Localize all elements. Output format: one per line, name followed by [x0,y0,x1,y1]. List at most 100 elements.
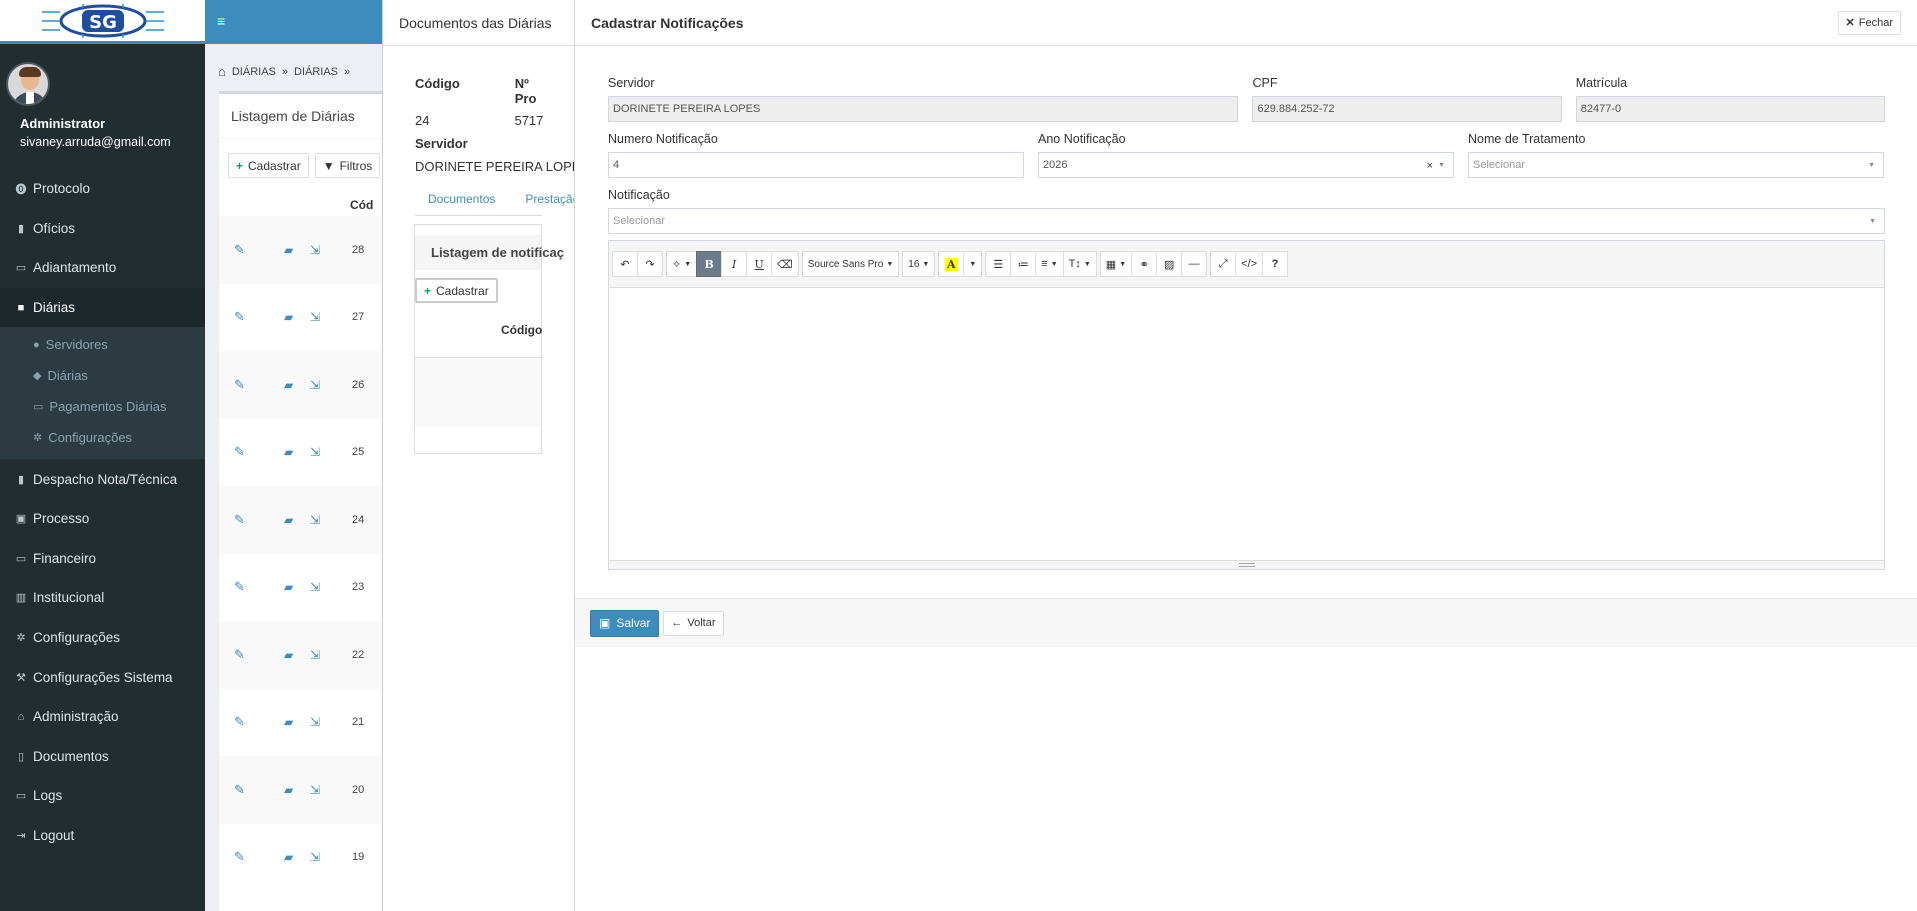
paragraph-align-icon[interactable]: ≡ ▼ [1035,251,1064,277]
sidebar-item-adiantamento[interactable]: ▭ Adiantamento [0,248,205,288]
undo-icon[interactable]: ↶ [612,251,638,277]
folder-icon[interactable]: ▰ [284,850,298,864]
folder-icon[interactable]: ▰ [284,783,298,797]
sidebar-item-configuracoes-sistema[interactable]: ⚒ Configurações Sistema [0,657,205,697]
horizontal-rule-icon[interactable]: — [1181,251,1208,277]
salvar-button[interactable]: ▣ Salvar [590,609,660,637]
redo-icon[interactable]: ↷ [637,251,663,277]
submenu-item-diarias[interactable]: ◆ Diárias [0,360,205,391]
folder-icon[interactable]: ▰ [284,580,298,594]
edit-icon[interactable]: ✎ [234,512,248,528]
matricula-field[interactable]: 82477-0 [1575,96,1885,122]
tab-bar: Documentos Prestação [415,192,579,216]
tab-documentos[interactable]: Documentos [428,192,495,206]
sign-in-icon[interactable]: ⇲ [310,648,324,662]
font-size-select[interactable]: 16 ▼ [902,251,936,277]
row-code: 20 [352,783,365,796]
edit-icon[interactable]: ✎ [234,782,248,798]
sidebar-item-logout[interactable]: ⇥ Logout [0,816,205,856]
breadcrumb-item[interactable]: DIÁRIAS [294,66,338,78]
edit-icon[interactable]: ✎ [234,579,248,595]
filtros-button[interactable]: ▼ Filtros [314,153,381,178]
sidebar-item-financeiro[interactable]: ▭ Financeiro [0,539,205,579]
avatar[interactable] [6,62,50,106]
sidebar-item-documentos[interactable]: ▯ Documentos [0,737,205,777]
sidebar-item-processo[interactable]: ▣ Processo [0,499,205,539]
edit-icon[interactable]: ✎ [234,444,248,460]
folder-icon[interactable]: ▰ [284,715,298,729]
tab-prestacao[interactable]: Prestação [525,192,579,206]
ano-notificacao-select[interactable]: 2026 × ▼ [1038,152,1454,178]
link-icon[interactable]: ⚭ [1131,251,1158,277]
edit-icon[interactable]: ✎ [234,377,248,393]
sidebar-item-despacho[interactable]: ▮ Despacho Nota/Técnica [0,459,205,499]
cpf-field[interactable]: 629.884.252-72 [1252,96,1562,122]
cadastrar-button[interactable]: + Cadastrar [228,153,309,178]
chevron-right-icon: » [281,65,288,78]
submenu-item-servidores[interactable]: ● Servidores [0,329,205,360]
help-icon[interactable]: ? [1262,251,1289,277]
ordered-list-icon[interactable]: ≔ [1010,251,1037,277]
logo-box[interactable]: SG [0,0,205,44]
servidor-field[interactable]: DORINETE PEREIRA LOPES [608,96,1239,122]
sidebar-item-diarias[interactable]: ■ Diárias [0,287,205,328]
sign-in-icon[interactable]: ⇲ [310,850,324,864]
sidebar-item-logs[interactable]: ▭ Logs [0,776,205,816]
clear-icon[interactable]: × [1427,160,1433,172]
sign-in-icon[interactable]: ⇲ [310,243,324,257]
line-height-icon[interactable]: T↕ ▼ [1062,251,1097,277]
folder-icon[interactable]: ▰ [284,243,298,257]
fechar-button[interactable]: ✕ Fechar [1837,10,1901,35]
font-family-select[interactable]: Source Sans Pro ▼ [801,251,900,277]
unordered-list-icon[interactable]: ☰ [985,251,1012,277]
folder-icon[interactable]: ▰ [284,513,298,527]
cadastrar-notificacao-button[interactable]: + Cadastrar [415,278,498,303]
editor-content-area[interactable] [609,288,1884,556]
code-view-icon[interactable]: </> [1235,251,1264,277]
sidebar-item-institucional[interactable]: ▥ Institucional [0,578,205,618]
submenu-item-configuracoes[interactable]: ✲ Configurações [0,422,205,453]
column-header-codigo[interactable]: Código [501,323,542,337]
sign-in-icon[interactable]: ⇲ [310,783,324,797]
magic-style-icon[interactable]: ✧ ▼ [666,251,698,277]
folder-icon[interactable]: ▰ [284,445,298,459]
italic-icon[interactable]: I [721,251,748,277]
bold-icon[interactable]: B [696,251,723,277]
sign-in-icon[interactable]: ⇲ [310,715,324,729]
edit-icon[interactable]: ✎ [234,849,248,865]
fullscreen-icon[interactable]: ⤢ [1210,251,1237,277]
folder-icon[interactable]: ▰ [284,310,298,324]
text-color-dropdown-icon[interactable]: ▼ [963,251,983,277]
editor-resize-handle[interactable] [609,560,1884,569]
table-icon[interactable]: ▦ ▼ [1099,251,1133,277]
servidor-label: Servidor [415,136,468,151]
sign-in-icon[interactable]: ⇲ [310,310,324,324]
notificacao-select[interactable]: Selecionar ▼ [608,208,1885,234]
submenu-item-pagamentos[interactable]: ▭ Pagamentos Diárias [0,391,205,422]
eraser-icon[interactable]: ⌫ [771,251,799,277]
breadcrumb-item[interactable]: DIÁRIAS [232,66,276,78]
sidebar-item-protocolo[interactable]: ⓿ Protocolo [0,169,205,209]
folder-icon[interactable]: ▰ [284,378,298,392]
hamburger-menu-icon[interactable]: ≡ [217,14,231,28]
edit-icon[interactable]: ✎ [234,242,248,258]
sign-in-icon[interactable]: ⇲ [310,580,324,594]
edit-icon[interactable]: ✎ [234,647,248,663]
image-icon[interactable]: ▨ [1156,251,1183,277]
sidebar-item-oficios[interactable]: ▮ Ofícios [0,209,205,249]
numero-notificacao-input[interactable]: 4 [608,152,1024,178]
nome-tratamento-select[interactable]: Selecionar ▼ [1468,152,1884,178]
edit-icon[interactable]: ✎ [234,309,248,325]
voltar-button[interactable]: ← Voltar [663,610,724,636]
sign-in-icon[interactable]: ⇲ [310,513,324,527]
home-icon[interactable]: ⌂ [218,64,226,79]
sign-in-icon[interactable]: ⇲ [310,445,324,459]
folder-icon[interactable]: ▰ [284,648,298,662]
edit-icon[interactable]: ✎ [234,714,248,730]
text-color-icon[interactable]: A [938,251,965,277]
sidebar-item-configuracoes[interactable]: ✲ Configurações [0,618,205,658]
sidebar-item-administracao[interactable]: ⌂ Administração [0,697,205,737]
underline-icon[interactable]: U [746,251,773,277]
sign-in-icon[interactable]: ⇲ [310,378,324,392]
submenu-item-label: Configurações [48,430,133,446]
